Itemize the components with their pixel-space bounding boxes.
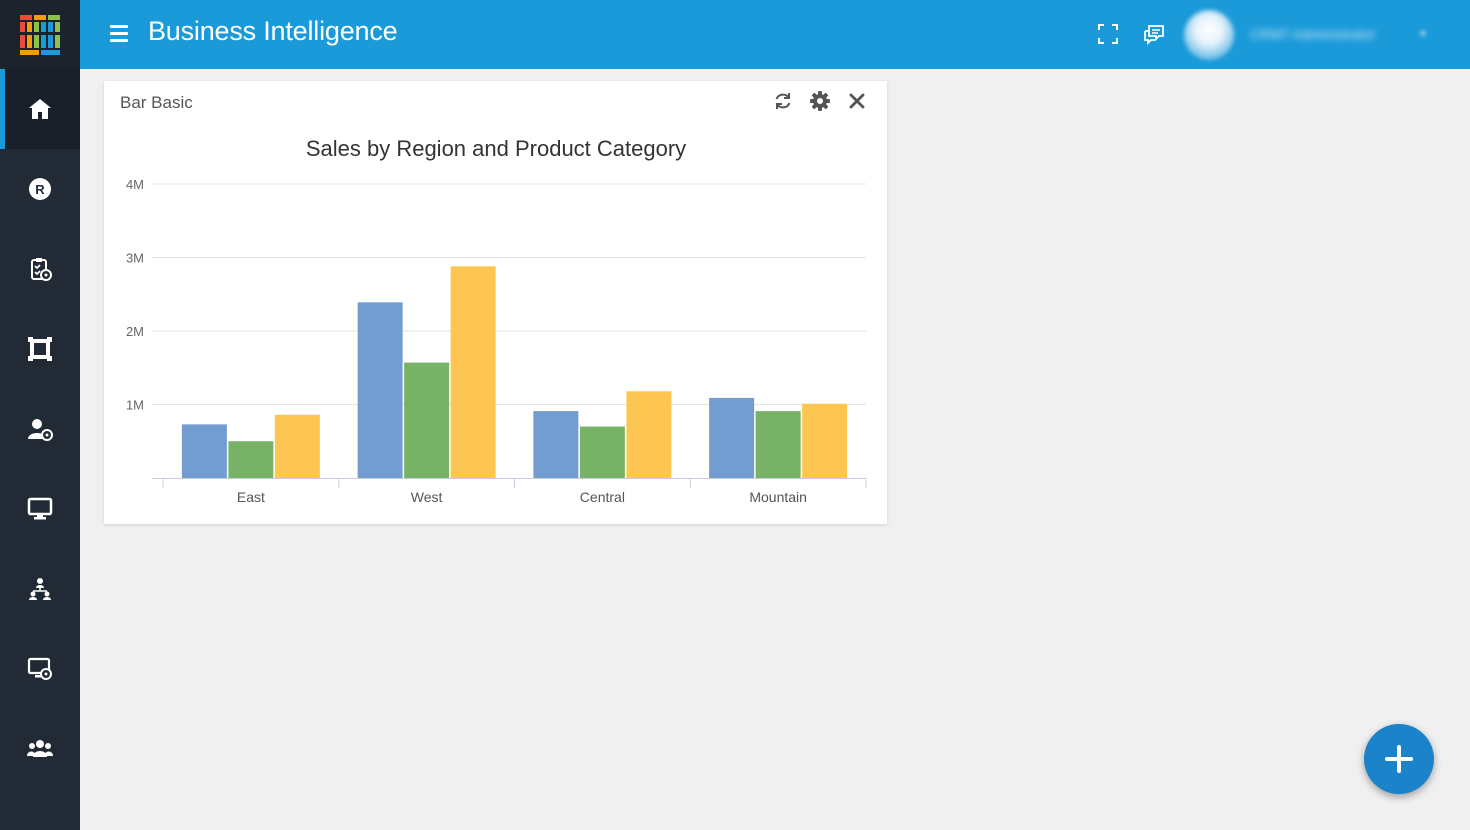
y-tick-label: 3M bbox=[126, 251, 144, 266]
chart-widget: Bar Basic Sales by Region and Product Ca… bbox=[104, 81, 887, 524]
app-title: Business Intelligence bbox=[148, 16, 398, 46]
user-gear-icon bbox=[28, 419, 53, 441]
top-header: Business Intelligence CRM7 Administrator… bbox=[80, 0, 1470, 69]
sidebar-item-screen-settings[interactable] bbox=[0, 629, 80, 709]
close-icon[interactable] bbox=[846, 90, 868, 112]
bar[interactable] bbox=[533, 411, 579, 478]
bar[interactable] bbox=[802, 403, 848, 478]
monitor-icon bbox=[27, 497, 53, 520]
bar[interactable] bbox=[709, 397, 755, 478]
logo-icon bbox=[17, 14, 63, 55]
gear-icon[interactable] bbox=[809, 90, 831, 112]
chevron-down-icon[interactable]: ▼ bbox=[1418, 29, 1428, 40]
bar[interactable] bbox=[228, 441, 274, 478]
x-tick-label: Central bbox=[580, 489, 625, 505]
fullscreen-icon[interactable] bbox=[1096, 22, 1120, 46]
y-tick-label: 4M bbox=[126, 177, 144, 192]
chat-icon[interactable] bbox=[1142, 22, 1166, 46]
sidebar-item-r[interactable]: R bbox=[0, 149, 80, 229]
bar[interactable] bbox=[181, 424, 227, 478]
bar[interactable] bbox=[357, 302, 403, 478]
bar-chart: Sales by Region and Product Category 1M 2… bbox=[126, 136, 867, 505]
bar[interactable] bbox=[579, 426, 625, 478]
chart-title: Sales by Region and Product Category bbox=[306, 136, 686, 161]
sidebar-item-frame[interactable] bbox=[0, 309, 80, 389]
y-tick-label: 2M bbox=[126, 324, 144, 339]
user-name[interactable]: CRM7 Administrator bbox=[1250, 26, 1375, 42]
bar[interactable] bbox=[274, 414, 320, 478]
sidebar-item-user-settings[interactable] bbox=[0, 389, 80, 469]
plus-icon bbox=[1385, 745, 1413, 773]
app-logo[interactable] bbox=[0, 0, 80, 69]
x-tick-label: East bbox=[237, 489, 265, 505]
clipboard-gear-icon bbox=[31, 258, 52, 281]
r-badge-icon: R bbox=[29, 178, 51, 200]
x-tick-label: West bbox=[411, 489, 443, 505]
bar[interactable] bbox=[626, 391, 672, 478]
y-tick-label: 1M bbox=[126, 398, 144, 413]
svg-text:R: R bbox=[35, 182, 45, 197]
hamburger-menu-icon[interactable] bbox=[110, 25, 128, 43]
bar[interactable] bbox=[450, 266, 496, 478]
screen-gear-icon bbox=[27, 657, 52, 680]
users-group-icon bbox=[27, 740, 53, 757]
frame-icon bbox=[28, 337, 52, 361]
widget-title: Bar Basic bbox=[120, 93, 193, 112]
home-icon bbox=[29, 99, 51, 119]
sidebar-item-home[interactable] bbox=[0, 69, 80, 149]
bar[interactable] bbox=[404, 362, 450, 478]
sidebar-item-monitor[interactable] bbox=[0, 469, 80, 549]
x-tick-label: Mountain bbox=[749, 489, 807, 505]
sidebar-item-org[interactable] bbox=[0, 549, 80, 629]
sidebar-item-users[interactable] bbox=[0, 709, 80, 789]
add-button[interactable] bbox=[1364, 724, 1434, 794]
sidebar: R bbox=[0, 0, 80, 830]
user-avatar[interactable] bbox=[1184, 10, 1234, 60]
bar[interactable] bbox=[755, 411, 801, 478]
refresh-icon[interactable] bbox=[772, 90, 794, 112]
sidebar-item-tasks[interactable] bbox=[0, 229, 80, 309]
org-chart-icon bbox=[29, 578, 51, 600]
